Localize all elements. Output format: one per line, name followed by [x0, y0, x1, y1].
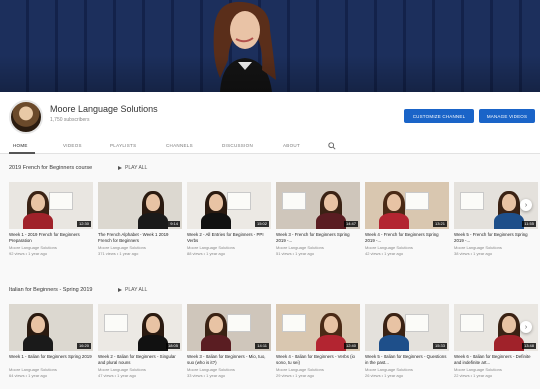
video-title[interactable]: Week 4 - Italian for Beginners - Verbs (…: [276, 354, 360, 365]
subscriber-count: 1,750 subscribers: [50, 117, 90, 123]
section-title[interactable]: 2019 French for Beginners course: [9, 165, 92, 171]
video-duration: 13:21: [432, 221, 447, 227]
channel-avatar: [9, 100, 43, 134]
video-title[interactable]: Week 6 - Italian for Beginners - Definit…: [454, 354, 538, 365]
video-channel[interactable]: Moore Language Solutions: [9, 367, 93, 372]
active-tab-indicator: [9, 152, 35, 154]
play-icon: [118, 166, 122, 170]
video-meta: 51 views • 1 year ago: [276, 251, 315, 256]
video-thumbnail[interactable]: 14:47: [276, 182, 360, 229]
manage-videos-button[interactable]: MANAGE VIDEOS: [479, 109, 535, 123]
tab-discussion[interactable]: DISCUSSION: [222, 143, 253, 148]
video-card[interactable]: 13:21 Week 4 - French for Beginners Sprin…: [365, 182, 449, 256]
video-duration: 11:55: [522, 221, 536, 227]
video-card[interactable]: 14:47 Week 3 - French for Beginners Sprin…: [276, 182, 360, 256]
video-thumbnail[interactable]: 18:05: [98, 304, 182, 351]
video-duration: 18:05: [165, 343, 180, 349]
video-channel[interactable]: Moore Language Solutions: [365, 367, 449, 372]
customize-channel-button[interactable]: CUSTOMIZE CHANNEL: [404, 109, 474, 123]
video-title[interactable]: Week 5 - French for Beginners Spring 201…: [454, 232, 538, 243]
video-meta: 22 views • 1 year ago: [454, 373, 493, 378]
video-shelf: 12:30 Week 1 - 2019 French for Beginners …: [9, 182, 538, 270]
video-thumbnail[interactable]: 12:40: [276, 304, 360, 351]
video-thumbnail[interactable]: 15:02: [187, 182, 271, 229]
play-icon: [118, 288, 122, 292]
video-thumbnail[interactable]: 14:11: [187, 304, 271, 351]
video-channel[interactable]: Moore Language Solutions: [9, 245, 93, 250]
video-card[interactable]: 18:05 Week 2 - Italian for Beginners - Si…: [98, 304, 182, 378]
video-meta: 33 views • 1 year ago: [187, 373, 226, 378]
video-thumbnail[interactable]: 16:20: [9, 304, 93, 351]
video-card[interactable]: 11:55 Week 5 - French for Beginners Sprin…: [454, 182, 538, 256]
video-meta: 26 views • 1 year ago: [365, 373, 404, 378]
video-title[interactable]: Week 1 - 2019 French for Beginners Prepa…: [9, 232, 93, 243]
video-card[interactable]: 14:11 Week 3 - Italian for Beginners - Mi…: [187, 304, 271, 378]
chevron-right-icon[interactable]: ›: [520, 199, 532, 211]
video-meta: 64 views • 1 year ago: [9, 373, 48, 378]
video-channel[interactable]: Moore Language Solutions: [454, 245, 538, 250]
video-card[interactable]: 15:02 Week 2 - All Entries for Beginners …: [187, 182, 271, 256]
video-meta: 29 views • 1 year ago: [276, 373, 315, 378]
video-channel[interactable]: Moore Language Solutions: [98, 245, 182, 250]
video-meta: 88 views • 1 year ago: [187, 251, 226, 256]
tab-about[interactable]: ABOUT: [283, 143, 300, 148]
video-card[interactable]: 13:48 Week 6 - Italian for Beginners - De…: [454, 304, 538, 378]
video-title[interactable]: Week 3 - Italian for Beginners - Mio, tu…: [187, 354, 271, 365]
video-channel[interactable]: Moore Language Solutions: [187, 245, 271, 250]
video-meta: 92 views • 1 year ago: [9, 251, 48, 256]
channel-tabs: HOME VIDEOS PLAYLISTS CHANNELS DISCUSSIO…: [0, 140, 540, 154]
video-thumbnail[interactable]: 13:21: [365, 182, 449, 229]
play-all-button[interactable]: PLAY ALL: [118, 165, 147, 171]
video-title[interactable]: The French Alphabet - Week 1 2019 French…: [98, 232, 182, 243]
video-card[interactable]: 16:20 Week 1 - Italian for Beginners Spri…: [9, 304, 93, 378]
video-duration: 15:33: [432, 343, 447, 349]
video-duration: 13:48: [521, 343, 536, 349]
video-duration: 9:14: [168, 221, 180, 227]
video-title[interactable]: Week 3 - French for Beginners Spring 201…: [276, 232, 360, 243]
video-thumbnail[interactable]: 9:14: [98, 182, 182, 229]
search-icon[interactable]: [328, 142, 336, 150]
chevron-right-icon[interactable]: ›: [520, 321, 532, 333]
video-card[interactable]: 12:40 Week 4 - Italian for Beginners - Ve…: [276, 304, 360, 378]
video-title[interactable]: Week 4 - French for Beginners Spring 201…: [365, 232, 449, 243]
video-card[interactable]: 15:33 Week 5 - Italian for Beginners - Qu…: [365, 304, 449, 378]
tab-videos[interactable]: VIDEOS: [63, 143, 82, 148]
video-duration: 16:20: [76, 343, 91, 349]
video-channel[interactable]: Moore Language Solutions: [276, 245, 360, 250]
video-duration: 14:11: [255, 343, 269, 349]
play-all-button[interactable]: PLAY ALL: [118, 287, 147, 293]
video-card[interactable]: 12:30 Week 1 - 2019 French for Beginners …: [9, 182, 93, 256]
channel-banner: [0, 0, 540, 92]
video-meta: 38 views • 1 year ago: [454, 251, 493, 256]
video-thumbnail[interactable]: 15:33: [365, 304, 449, 351]
video-title[interactable]: Week 5 - Italian for Beginners - Questio…: [365, 354, 449, 365]
video-thumbnail[interactable]: 12:30: [9, 182, 93, 229]
video-card[interactable]: 9:14 The French Alphabet - Week 1 2019 Fr…: [98, 182, 182, 256]
video-shelf: 16:20 Week 1 - Italian for Beginners Spri…: [9, 304, 538, 389]
play-all-label: PLAY ALL: [125, 287, 148, 293]
video-meta: 42 views • 1 year ago: [365, 251, 404, 256]
video-title[interactable]: Week 2 - All Entries for Beginners - PPI…: [187, 232, 271, 243]
tab-home[interactable]: HOME: [13, 143, 28, 148]
video-title[interactable]: Week 1 - Italian for Beginners Spring 20…: [9, 354, 93, 365]
tab-playlists[interactable]: PLAYLISTS: [110, 143, 136, 148]
section-title[interactable]: Italian for Beginners - Spring 2019: [9, 287, 92, 293]
channel-name: Moore Language Solutions: [50, 104, 158, 114]
video-channel[interactable]: Moore Language Solutions: [98, 367, 182, 372]
video-duration: 15:02: [254, 221, 269, 227]
video-meta: 47 views • 1 year ago: [98, 373, 137, 378]
video-duration: 12:30: [76, 221, 91, 227]
play-all-label: PLAY ALL: [125, 165, 148, 171]
video-duration: 14:47: [343, 221, 358, 227]
video-channel[interactable]: Moore Language Solutions: [454, 367, 538, 372]
video-title[interactable]: Week 2 - Italian for Beginners - Singula…: [98, 354, 182, 365]
tab-channels[interactable]: CHANNELS: [166, 143, 193, 148]
video-meta: 371 views • 1 year ago: [98, 251, 139, 256]
video-channel[interactable]: Moore Language Solutions: [187, 367, 271, 372]
video-duration: 12:40: [343, 343, 358, 349]
video-channel[interactable]: Moore Language Solutions: [365, 245, 449, 250]
video-channel[interactable]: Moore Language Solutions: [276, 367, 360, 372]
